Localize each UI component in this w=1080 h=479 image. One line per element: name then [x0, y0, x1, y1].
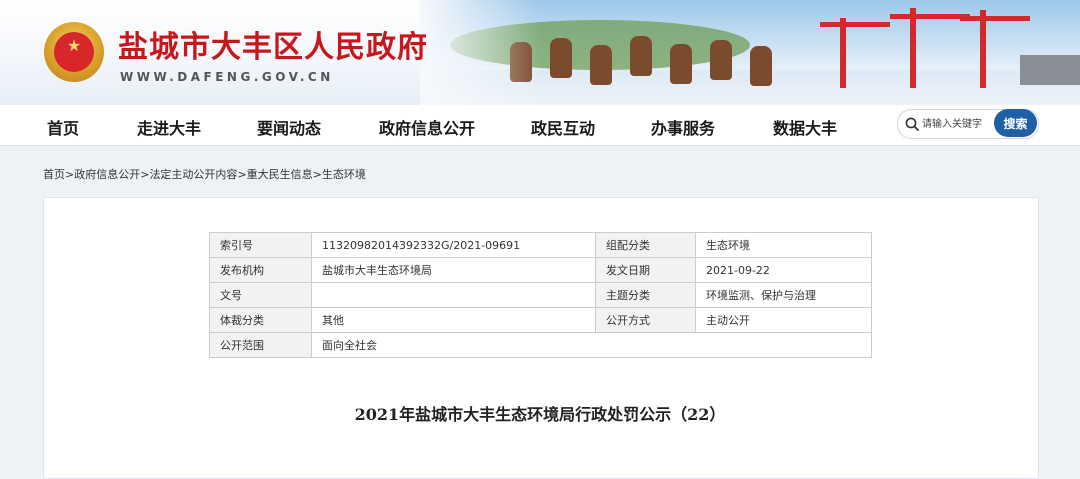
port-crane-icon: [820, 22, 890, 27]
meta-value-genre: 其他: [311, 307, 596, 333]
table-row: 体裁分类 其他 公开方式 主动公开: [209, 307, 872, 333]
port-crane-icon: [840, 18, 846, 88]
meta-value-disclosure-method: 主动公开: [695, 307, 872, 333]
breadcrumb-separator: >: [65, 168, 75, 181]
port-crane-icon: [910, 8, 916, 88]
breadcrumb-item-home[interactable]: 首页: [43, 168, 65, 181]
port-crane-icon: [890, 14, 970, 19]
site-domain: WWW.DAFENG.GOV.CN: [120, 70, 334, 84]
national-emblem-logo: ★: [44, 22, 104, 82]
deer-icon: [750, 46, 772, 86]
meta-value-scope: 面向全社会: [311, 332, 872, 358]
table-row: 发布机构 盐城市大丰生态环境局 发文日期 2021-09-22: [209, 257, 872, 283]
breadcrumb-separator: >: [312, 168, 322, 181]
banner-fade: [420, 0, 540, 105]
meta-label-category: 组配分类: [595, 232, 696, 258]
meta-label-index-no: 索引号: [209, 232, 312, 258]
port-crane-icon: [980, 10, 986, 88]
site-title[interactable]: 盐城市大丰区人民政府: [118, 22, 428, 66]
meta-value-category: 生态环境: [695, 232, 872, 258]
emblem-center: ★: [54, 32, 94, 72]
meta-value-publisher: 盐城市大丰生态环境局: [311, 257, 596, 283]
breadcrumb-separator: >: [237, 168, 247, 181]
meta-label-disclosure-method: 公开方式: [595, 307, 696, 333]
star-icon: ★: [66, 36, 82, 55]
meta-label-doc-no: 文号: [209, 282, 312, 308]
breadcrumb-item-ecology[interactable]: 生态环境: [322, 168, 366, 181]
deer-icon: [630, 36, 652, 76]
nav-item-interaction[interactable]: 政民互动: [531, 115, 595, 139]
nav-item-home[interactable]: 首页: [47, 115, 79, 139]
deer-icon: [590, 45, 612, 85]
deer-icon: [550, 38, 572, 78]
breadcrumb: 首页>政府信息公开>法定主动公开内容>重大民生信息>生态环境: [43, 166, 366, 182]
header-banner-image: [420, 0, 1080, 105]
nav-item-services[interactable]: 办事服务: [651, 115, 715, 139]
port-crane-icon: [960, 16, 1030, 21]
meta-value-topic: 环境监测、保护与治理: [695, 282, 872, 308]
deer-icon: [710, 40, 732, 80]
meta-label-scope: 公开范围: [209, 332, 312, 358]
document-title: 2021年盐城市大丰生态环境局行政处罚公示（22）: [354, 405, 726, 424]
search-button[interactable]: 搜索: [994, 109, 1037, 137]
breadcrumb-item-livelihood[interactable]: 重大民生信息: [247, 168, 313, 181]
breadcrumb-item-statutory[interactable]: 法定主动公开内容: [149, 168, 237, 181]
nav-item-gov-info[interactable]: 政府信息公开: [379, 115, 475, 139]
search-input[interactable]: [922, 116, 990, 132]
meta-value-issue-date: 2021-09-22: [695, 257, 872, 283]
table-row: 公开范围 面向全社会: [209, 332, 872, 358]
meta-label-issue-date: 发文日期: [595, 257, 696, 283]
meta-label-publisher: 发布机构: [209, 257, 312, 283]
meta-value-doc-no: [311, 282, 596, 308]
table-row: 索引号 11320982014392332G/2021-09691 组配分类 生…: [209, 232, 872, 258]
cargo-ship-icon: [1020, 55, 1080, 85]
deer-icon: [670, 44, 692, 84]
breadcrumb-item-gov-info[interactable]: 政府信息公开: [74, 168, 140, 181]
search-icon: [905, 117, 919, 131]
meta-value-index-no: 11320982014392332G/2021-09691: [311, 232, 596, 258]
document-metadata-table: 索引号 11320982014392332G/2021-09691 组配分类 生…: [209, 232, 872, 358]
nav-item-data[interactable]: 数据大丰: [773, 115, 837, 139]
site-header: ★ 盐城市大丰区人民政府 WWW.DAFENG.GOV.CN: [0, 0, 1080, 105]
meta-label-topic: 主题分类: [595, 282, 696, 308]
table-row: 文号 主题分类 环境监测、保护与治理: [209, 282, 872, 308]
nav-item-about-dafeng[interactable]: 走进大丰: [137, 115, 201, 139]
meta-label-genre: 体裁分类: [209, 307, 312, 333]
nav-item-news[interactable]: 要闻动态: [257, 115, 321, 139]
